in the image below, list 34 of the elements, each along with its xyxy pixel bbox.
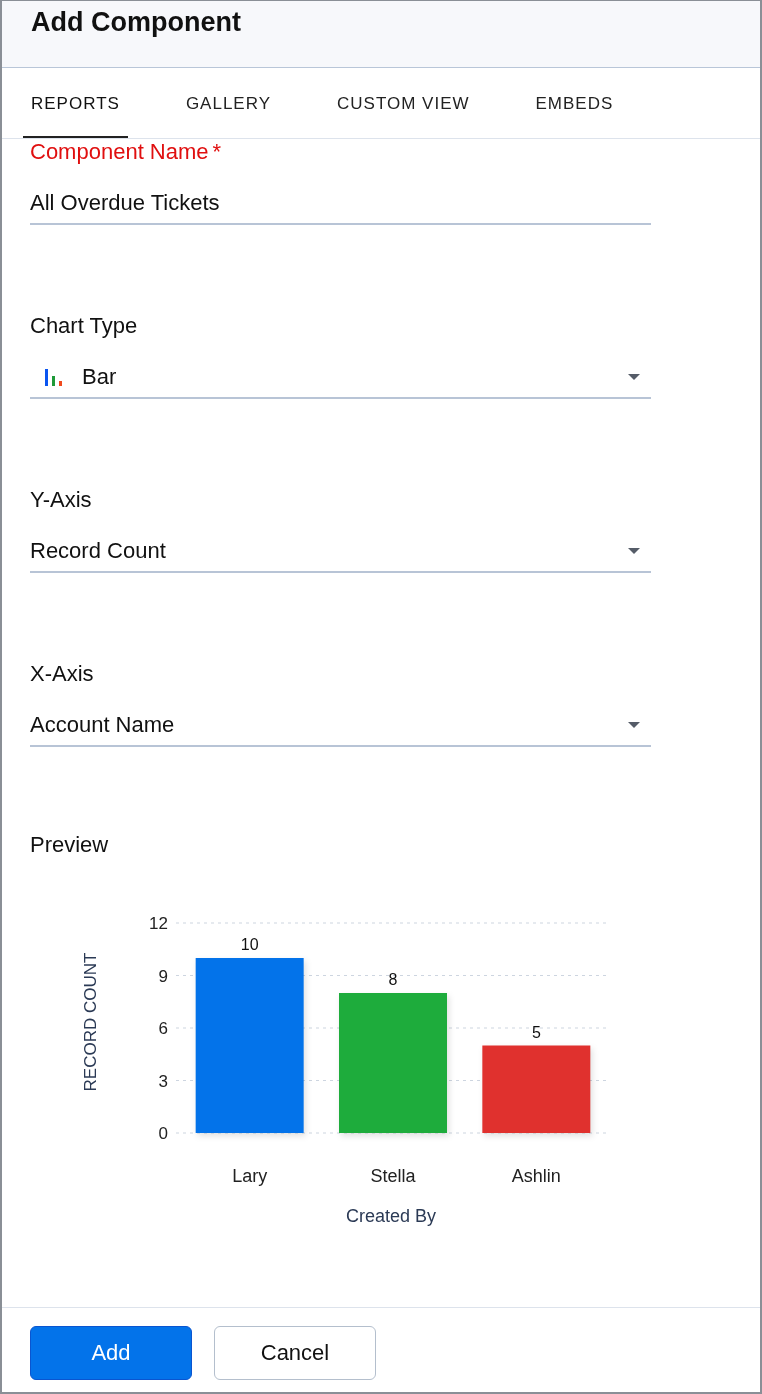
tab[interactable]: EMBEDS	[527, 68, 622, 138]
field-label: X-Axis	[30, 661, 94, 687]
y-axis-title: RECORD COUNT	[81, 952, 100, 1092]
data-label: 10	[240, 936, 259, 953]
data-label: 8	[388, 971, 398, 988]
caret-icon	[627, 547, 641, 555]
add-button[interactable]: Add	[30, 1326, 192, 1380]
field-label: Component Name	[30, 139, 209, 165]
axis-tick-label: 0	[158, 1124, 168, 1143]
tab[interactable]: GALLERY	[177, 68, 279, 138]
dialog-title: Add Component	[31, 7, 241, 38]
caret-icon	[627, 721, 641, 729]
required-mark: *	[212, 139, 222, 165]
field-label: Y-Axis	[30, 487, 92, 513]
name-field[interactable]: All Overdue Tickets	[30, 183, 651, 225]
axis-tick-label: 6	[158, 1019, 168, 1038]
axis-tick-label: 12	[149, 914, 168, 933]
axis-dropdown[interactable]: Account Name	[30, 705, 651, 747]
cancel-button[interactable]: Cancel	[214, 1326, 376, 1380]
caret-icon	[627, 373, 641, 381]
axis-tick-label: 3	[158, 1071, 168, 1091]
chart-type-dropdown[interactable]: Bar	[30, 357, 651, 399]
preview-label: Preview	[30, 832, 109, 858]
tab[interactable]: REPORTS	[23, 68, 128, 138]
category-label: Lary	[232, 1166, 268, 1186]
field-label: Chart Type	[30, 313, 138, 339]
category-label: Stella	[370, 1166, 416, 1186]
category-label: Ashlin	[511, 1166, 561, 1186]
tab[interactable]: CUSTOM VIEW	[329, 68, 478, 138]
bar-chart-icon	[44, 367, 64, 387]
axis-dropdown[interactable]: Record Count	[30, 531, 651, 573]
axis-tick-label: 9	[158, 966, 168, 986]
x-axis-title: Created By	[346, 1206, 436, 1226]
data-label: 5	[531, 1023, 541, 1041]
